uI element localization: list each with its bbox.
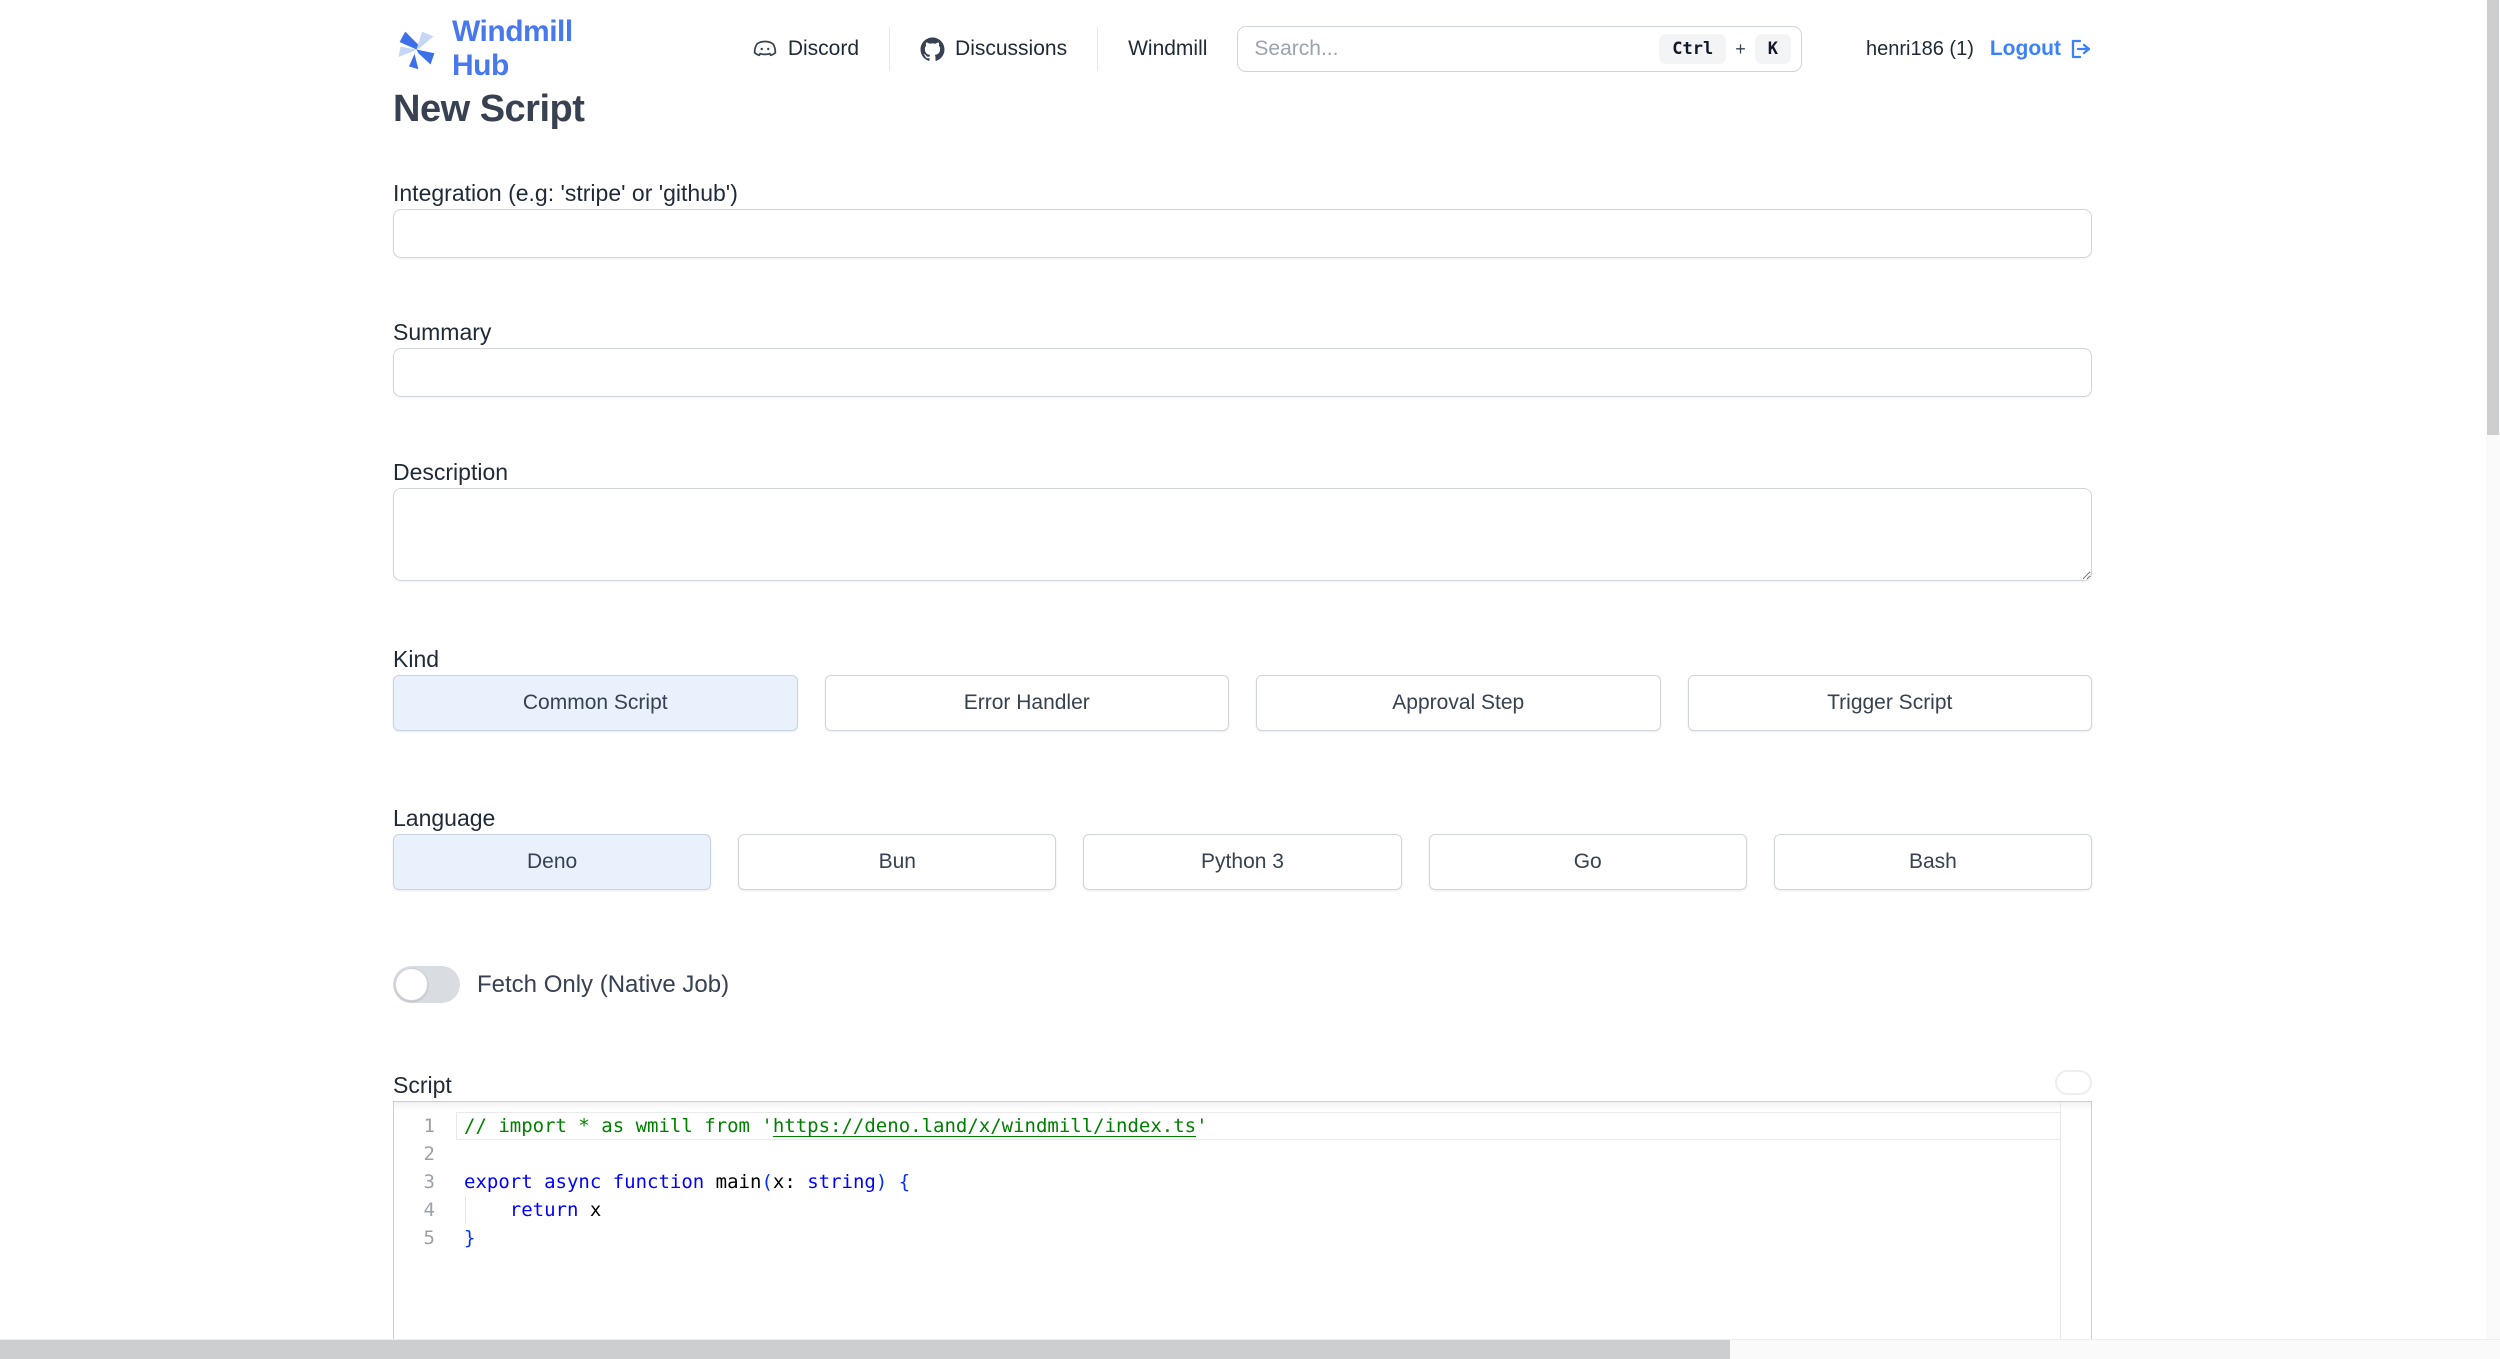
integration-input[interactable] [393, 209, 2092, 258]
fetch-only-row: Fetch Only (Native Job) [393, 966, 2092, 1003]
username-label: henri186 (1) [1866, 37, 1974, 60]
horizontal-scrollbar-thumb[interactable] [0, 1340, 1730, 1359]
language-option-python-3[interactable]: Python 3 [1083, 834, 1402, 890]
line-code: // import * as wmill from 'https://deno.… [456, 1112, 2061, 1140]
kbd-k: K [1754, 34, 1792, 64]
summary-input[interactable] [393, 348, 2092, 397]
kbd-ctrl: Ctrl [1659, 34, 1727, 64]
user-area: henri186 (1) Logout [1866, 37, 2092, 61]
language-option-bash[interactable]: Bash [1773, 834, 2093, 890]
kind-options-row: Common Script Error Handler Approval Step T… [393, 675, 2092, 731]
language-option-bun[interactable]: Bun [738, 834, 1057, 890]
line-number: 4 [423, 1199, 435, 1221]
integration-label: Integration (e.g: 'stripe' or 'github') [393, 180, 738, 206]
nav-item-windmill[interactable]: Windmill [1098, 37, 1237, 61]
windmill-logo-icon [393, 26, 440, 73]
search-input[interactable] [1254, 37, 1660, 61]
search-box[interactable]: Ctrl + K [1237, 26, 1803, 72]
editor-lines: 1 // import * as wmill from 'https://deno… [394, 1112, 2061, 1252]
logout-link[interactable]: Logout [1990, 37, 2092, 61]
page-vertical-scrollbar[interactable] [2486, 0, 2500, 1359]
nav-label-discussions: Discussions [955, 37, 1068, 60]
line-code: return x [456, 1196, 2061, 1224]
nav-item-discussions[interactable]: Discussions [890, 37, 1097, 62]
line-number: 5 [423, 1227, 435, 1249]
language-option-deno[interactable]: Deno [393, 834, 712, 890]
kind-option-error-handler[interactable]: Error Handler [824, 675, 1229, 731]
code-line-3: 3 export async function main(x: string) { [394, 1168, 2061, 1196]
code-line-4: 4 return x [394, 1196, 2061, 1224]
line-number: 2 [423, 1143, 435, 1165]
description-label: Description [393, 459, 509, 485]
kind-option-common-script[interactable]: Common Script [393, 675, 798, 731]
kind-label: Kind [393, 646, 440, 672]
code-editor[interactable]: 1 // import * as wmill from 'https://deno… [393, 1101, 2092, 1359]
description-section: Description [393, 459, 2092, 586]
kind-option-approval-step[interactable]: Approval Step [1256, 675, 1661, 731]
script-header-row: Script [393, 1070, 2092, 1101]
nav-label-discord: Discord [787, 37, 860, 60]
nav-label-windmill: Windmill [1128, 37, 1208, 60]
brand-link[interactable]: Windmill Hub [393, 15, 632, 83]
language-section: Language Deno Bun Python 3 Go Bash [393, 805, 2093, 890]
line-code: export async function main(x: string) { [464, 1171, 911, 1193]
integration-section: Integration (e.g: 'stripe' or 'github') [393, 180, 2092, 258]
logout-label: Logout [1989, 37, 2061, 60]
header: Windmill Hub Discord Discussions Windmil… [393, 0, 2092, 82]
language-label: Language [393, 805, 496, 831]
fetch-only-toggle[interactable] [393, 966, 460, 1003]
editor-scrollbar-track[interactable] [2060, 1102, 2061, 1359]
line-number: 1 [423, 1115, 435, 1137]
page-horizontal-scrollbar[interactable] [0, 1339, 2500, 1359]
language-option-go[interactable]: Go [1428, 834, 1747, 890]
vertical-scrollbar-thumb[interactable] [2487, 0, 2499, 435]
summary-section: Summary [393, 319, 2092, 397]
brand-title: Windmill Hub [452, 15, 573, 82]
line-code [456, 1140, 2061, 1168]
page-title: New Script [393, 88, 585, 130]
nav-item-discord[interactable]: Discord [722, 36, 889, 62]
code-line-1: 1 // import * as wmill from 'https://deno… [394, 1112, 2061, 1140]
main-nav: Discord Discussions Windmill [722, 26, 1238, 72]
discord-icon [752, 36, 778, 62]
kind-section: Kind Common Script Error Handler Approval … [393, 646, 2092, 731]
script-label: Script [393, 1072, 452, 1098]
summary-label: Summary [393, 319, 492, 345]
toggle-knob [395, 968, 428, 1001]
line-code: } [464, 1227, 476, 1249]
main-container: Windmill Hub Discord Discussions Windmil… [393, 0, 2093, 1359]
code-line-2: 2 [394, 1140, 2061, 1168]
editor-pill-toggle[interactable] [2055, 1070, 2092, 1095]
search-shortcut: Ctrl + K [1659, 34, 1792, 64]
github-icon [920, 37, 945, 62]
description-textarea[interactable] [393, 488, 2092, 581]
code-line-5: 5} [394, 1224, 2061, 1252]
logout-icon [2068, 37, 2092, 61]
fetch-only-label: Fetch Only (Native Job) [477, 970, 730, 998]
line-number: 3 [423, 1171, 435, 1193]
kbd-plus: + [1735, 38, 1746, 59]
language-options-row: Deno Bun Python 3 Go Bash [393, 834, 2093, 890]
kind-option-trigger-script[interactable]: Trigger Script [1687, 675, 2092, 731]
